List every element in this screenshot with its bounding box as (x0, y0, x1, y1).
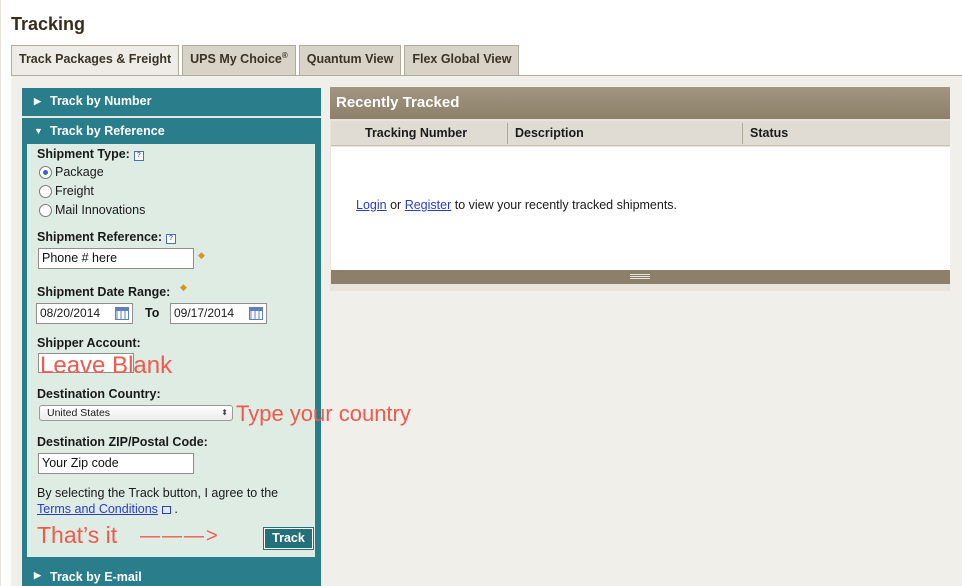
register-link[interactable]: Register (405, 198, 452, 212)
date-to-input[interactable]: 09/17/2014 (170, 303, 267, 324)
destination-country-value: United States (47, 407, 111, 419)
column-tracking-number[interactable]: Tracking Number (365, 121, 467, 146)
annotation-leave-blank: Leave Blank (40, 352, 173, 379)
date-from-value: 08/20/2014 (40, 306, 101, 320)
radio-button[interactable] (39, 184, 52, 198)
or-text: or (390, 198, 402, 212)
radio-mail-innovations[interactable]: Mail Innovations (39, 203, 145, 217)
tab-track-packages-freight[interactable]: Track Packages & Freight (11, 45, 180, 76)
date-from-input[interactable]: 08/20/2014 (36, 303, 133, 324)
shipment-reference-label: Shipment Reference:? (37, 230, 177, 244)
select-arrows-icon: ⬍ (221, 408, 228, 417)
track-by-reference-label: Track by Reference (50, 124, 165, 138)
column-description[interactable]: Description (515, 121, 584, 146)
track-by-number-header[interactable]: ▶ Track by Number (22, 88, 321, 114)
recently-tracked-body: Login or Register to view your recently … (331, 147, 950, 270)
radio-package-label: Package (55, 165, 104, 179)
radio-button[interactable] (39, 203, 52, 217)
radio-freight[interactable]: Freight (39, 184, 94, 198)
new-window-icon (161, 506, 171, 514)
tab-flex-global-view[interactable]: Flex Global View (404, 45, 520, 75)
required-diamond-icon: ◆ (180, 282, 187, 292)
page-title: Tracking (11, 14, 86, 34)
shipment-reference-text: Shipment Reference: (37, 230, 163, 244)
zip-input[interactable]: Your Zip code (38, 453, 194, 474)
expand-arrow-icon: ▶ (34, 570, 41, 580)
shipment-type-label: Shipment Type:? (37, 147, 144, 161)
date-range-label: Shipment Date Range: (37, 285, 171, 299)
tab-bar: Track Packages & Freight UPS My Choice® … (11, 45, 522, 76)
agree-end: . (174, 502, 178, 516)
shipment-type-text: Shipment Type: (37, 147, 130, 161)
column-status[interactable]: Status (750, 121, 788, 146)
date-to-value: 09/17/2014 (174, 306, 235, 320)
radio-package[interactable]: Package (39, 165, 104, 179)
resize-grip-icon[interactable] (630, 274, 650, 279)
destination-country-select[interactable]: United States ⬍ (39, 405, 233, 421)
expand-arrow-icon: ▶ (34, 95, 41, 106)
to-label: To (145, 306, 160, 320)
message-text: to view your recently tracked shipments. (454, 198, 678, 212)
calendar-icon[interactable] (115, 307, 129, 320)
tab-ups-my-choice[interactable]: UPS My Choice® (182, 45, 296, 75)
calendar-icon[interactable] (249, 307, 263, 320)
shipper-account-label: Shipper Account: (37, 336, 141, 350)
help-icon[interactable]: ? (166, 234, 177, 244)
radio-freight-label: Freight (55, 184, 94, 198)
recently-tracked-footer (331, 270, 950, 284)
recently-tracked-title: Recently Tracked (330, 87, 950, 119)
destination-country-label: Destination Country: (37, 387, 161, 401)
track-by-email-label: Track by E-mail (50, 570, 142, 584)
login-link[interactable]: Login (356, 198, 387, 212)
column-separator (507, 123, 508, 144)
radio-mail-innovations-label: Mail Innovations (55, 203, 146, 217)
radio-button-selected[interactable] (39, 165, 52, 179)
zip-label: Destination ZIP/Postal Code: (37, 435, 208, 449)
shipment-reference-input[interactable]: Phone # here (38, 248, 194, 269)
tab-ups-my-choice-label: UPS My Choice (190, 52, 282, 66)
track-by-number-label: Track by Number (50, 94, 152, 108)
track-by-email-header[interactable]: ▶ Track by E-mail (22, 566, 321, 586)
login-message: Login or Register to view your recently … (356, 198, 677, 212)
track-button[interactable]: Track (263, 527, 314, 550)
agree-text: By selecting the Track button, I agree t… (37, 486, 279, 500)
tab-quantum-view[interactable]: Quantum View (298, 45, 402, 75)
track-by-reference-header[interactable]: ▼ Track by Reference (22, 118, 321, 144)
collapse-arrow-icon: ▼ (34, 126, 43, 136)
terms-link[interactable]: Terms and Conditions (37, 502, 158, 516)
column-separator (742, 123, 743, 144)
annotation-arrow: ———> (140, 525, 220, 547)
terms-agreement: By selecting the Track button, I agree t… (37, 485, 307, 517)
annotation-thats-it: That’s it (37, 522, 118, 548)
annotation-type-country: Type your country (236, 401, 411, 426)
left-border (0, 0, 1, 586)
help-icon[interactable]: ? (133, 151, 144, 161)
recently-tracked-columns: Tracking Number Description Status (331, 121, 950, 146)
registered-mark: ® (281, 50, 288, 60)
required-diamond-icon: ◆ (198, 250, 205, 260)
recently-tracked-panel: Recently Tracked Tracking Number Descrip… (330, 87, 950, 291)
